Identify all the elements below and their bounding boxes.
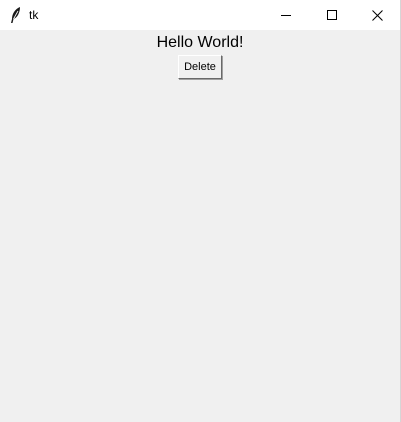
window-title: tk — [29, 8, 39, 22]
client-area: Hello World! Delete — [0, 30, 400, 422]
maximize-icon — [327, 10, 337, 20]
delete-button[interactable]: Delete — [178, 55, 222, 79]
tk-window: tk Hello World! Delete — [0, 0, 401, 422]
title-bar[interactable]: tk — [0, 0, 400, 30]
minimize-button[interactable] — [263, 0, 309, 30]
feather-icon — [9, 6, 23, 24]
minimize-icon — [281, 15, 291, 16]
close-button[interactable] — [354, 0, 400, 30]
hello-label: Hello World! — [156, 34, 244, 51]
close-icon — [371, 9, 383, 21]
maximize-button[interactable] — [309, 0, 355, 30]
